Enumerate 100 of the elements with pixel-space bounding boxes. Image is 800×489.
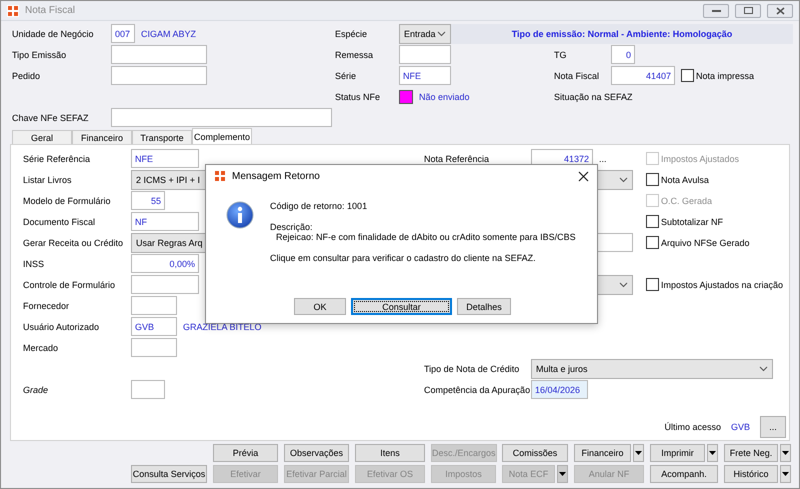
minimize-icon bbox=[712, 10, 720, 12]
field-label: Situação na SEFAZ bbox=[554, 92, 634, 102]
action-button[interactable]: Observações bbox=[284, 444, 349, 462]
checkbox[interactable] bbox=[646, 173, 659, 186]
checkbox[interactable] bbox=[646, 278, 659, 291]
dialog-logo-icon bbox=[214, 170, 226, 182]
close-icon bbox=[776, 6, 784, 14]
checkbox-label: Arquivo NFSe Gerado bbox=[661, 238, 750, 248]
checkbox[interactable] bbox=[646, 236, 659, 249]
dropdown-button[interactable] bbox=[780, 465, 791, 483]
tab[interactable]: Transporte bbox=[132, 130, 192, 144]
message-text: Clique em consultar para verificar o cadastro do cliente na SEFAZ. bbox=[270, 253, 537, 263]
checkbox-label: O.C. Gerada bbox=[661, 196, 712, 206]
input-field[interactable]: 007 bbox=[111, 24, 135, 43]
field-label: Usuário Autorizado bbox=[23, 322, 100, 332]
checkbox[interactable] bbox=[681, 69, 694, 82]
action-button[interactable]: Frete Neg. bbox=[724, 444, 778, 462]
dropdown-button[interactable] bbox=[780, 444, 791, 462]
action-button[interactable]: Consulta Serviços bbox=[131, 465, 207, 483]
input-field[interactable] bbox=[111, 66, 207, 85]
user-name: GRAZIELA BITELO bbox=[183, 322, 262, 332]
field-label: Tipo de Nota de Crédito bbox=[424, 364, 520, 374]
caret-icon bbox=[782, 451, 789, 455]
app-logo-icon bbox=[7, 4, 19, 16]
input-field[interactable] bbox=[111, 45, 207, 64]
field-label: Tipo Emissão bbox=[12, 50, 68, 60]
input-field[interactable] bbox=[131, 275, 199, 294]
field-label: Mercado bbox=[23, 342, 60, 352]
message-text: Rejeicao: NF-e com finalidade de dAbito ou crAdito somente para IBS/CBS bbox=[275, 232, 576, 242]
action-button[interactable]: Histórico bbox=[724, 465, 778, 483]
input-field[interactable] bbox=[131, 296, 177, 315]
field-label: Grade bbox=[23, 384, 50, 394]
action-button[interactable]: Comissões bbox=[502, 444, 568, 462]
last-access-label: Último acesso bbox=[664, 422, 721, 432]
dialog-button[interactable]: Consultar bbox=[351, 298, 452, 315]
business-unit-name: CIGAM ABYZ bbox=[141, 28, 196, 38]
input-field[interactable]: GVB bbox=[131, 317, 177, 336]
field-label: Unidade de Negócio bbox=[12, 28, 95, 38]
action-button[interactable]: Prévia bbox=[213, 444, 278, 462]
field-label: Série bbox=[335, 70, 358, 80]
input-field[interactable]: NFE bbox=[399, 66, 451, 85]
close-icon[interactable] bbox=[578, 170, 589, 182]
action-button[interactable]: Imprimir bbox=[650, 444, 705, 462]
action-button[interactable]: Financeiro bbox=[574, 444, 631, 462]
action-button[interactable]: Itens bbox=[355, 444, 425, 462]
input-field[interactable]: 0 bbox=[611, 45, 635, 64]
tab[interactable]: Geral bbox=[12, 130, 72, 144]
caret-icon bbox=[709, 451, 716, 455]
checkbox-label: Nota Avulsa bbox=[661, 174, 709, 184]
dropdown-field[interactable]: Multa e juros bbox=[531, 358, 773, 378]
input-field[interactable]: 55 bbox=[131, 191, 165, 210]
input-field[interactable] bbox=[131, 338, 177, 357]
field-label: Documento Fiscal bbox=[23, 216, 96, 226]
last-access-user: GVB bbox=[730, 422, 750, 432]
chevron-down-icon bbox=[759, 366, 768, 372]
field-label: Série Referência bbox=[23, 154, 92, 164]
tab[interactable]: Complemento bbox=[192, 128, 252, 144]
input-field[interactable] bbox=[111, 108, 332, 127]
chevron-down-icon bbox=[619, 282, 628, 288]
checkbox-label: Impostos Ajustados na criação bbox=[661, 280, 784, 290]
input-field[interactable]: 0,00% bbox=[131, 254, 199, 273]
environment-banner: Tipo de emissão: Normal - Ambiente: Homologação bbox=[451, 24, 793, 44]
field-label: Nota Fiscal bbox=[554, 70, 600, 80]
status-text: Não enviado bbox=[419, 92, 470, 102]
field-label: Remessa bbox=[335, 50, 374, 60]
field-label: TG bbox=[554, 50, 568, 60]
dropdown-button[interactable] bbox=[707, 444, 718, 462]
maximize-button[interactable] bbox=[735, 4, 761, 18]
input-field[interactable]: NF bbox=[131, 212, 199, 231]
dropdown-field[interactable]: Entrada bbox=[399, 24, 451, 44]
action-button[interactable]: Acompanh. bbox=[650, 465, 718, 483]
field-label: Nota Referência bbox=[424, 154, 490, 164]
lookup-ellipsis[interactable]: ... bbox=[599, 154, 607, 164]
dialog-button[interactable]: OK bbox=[294, 298, 346, 315]
message-text: Descrição: bbox=[270, 222, 314, 232]
field-label: Listar Livros bbox=[23, 174, 73, 184]
field-label: Chave NFe SEFAZ bbox=[12, 112, 90, 122]
field-label: Status NFe bbox=[335, 92, 382, 102]
checkbox-label: Subtotalizar NF bbox=[661, 216, 724, 226]
field-label: Controle de Formulário bbox=[23, 280, 116, 290]
close-button[interactable] bbox=[767, 4, 793, 18]
checkbox[interactable] bbox=[646, 215, 659, 228]
field-label: Fornecedor bbox=[23, 300, 70, 310]
dialog-title: Mensagem Retorno bbox=[232, 170, 321, 182]
tab[interactable]: Financeiro bbox=[72, 130, 132, 144]
field-label: Espécie bbox=[335, 28, 368, 38]
date-field[interactable]: 16/04/2026 bbox=[531, 380, 588, 399]
input-field[interactable]: 41407 bbox=[611, 66, 675, 85]
more-button[interactable]: ... bbox=[760, 416, 786, 438]
input-field[interactable] bbox=[399, 45, 451, 64]
input-field[interactable] bbox=[131, 380, 165, 399]
checkbox-label: Nota impressa bbox=[696, 70, 754, 80]
chevron-down-icon bbox=[619, 176, 628, 182]
dialog-button[interactable]: Detalhes bbox=[457, 298, 511, 315]
maximize-icon bbox=[744, 7, 752, 14]
minimize-button[interactable] bbox=[703, 4, 729, 18]
caret-icon bbox=[782, 472, 789, 476]
input-field[interactable]: NFE bbox=[131, 149, 199, 168]
field-label: Gerar Receita ou Crédito bbox=[23, 238, 124, 248]
dropdown-button[interactable] bbox=[633, 444, 644, 462]
